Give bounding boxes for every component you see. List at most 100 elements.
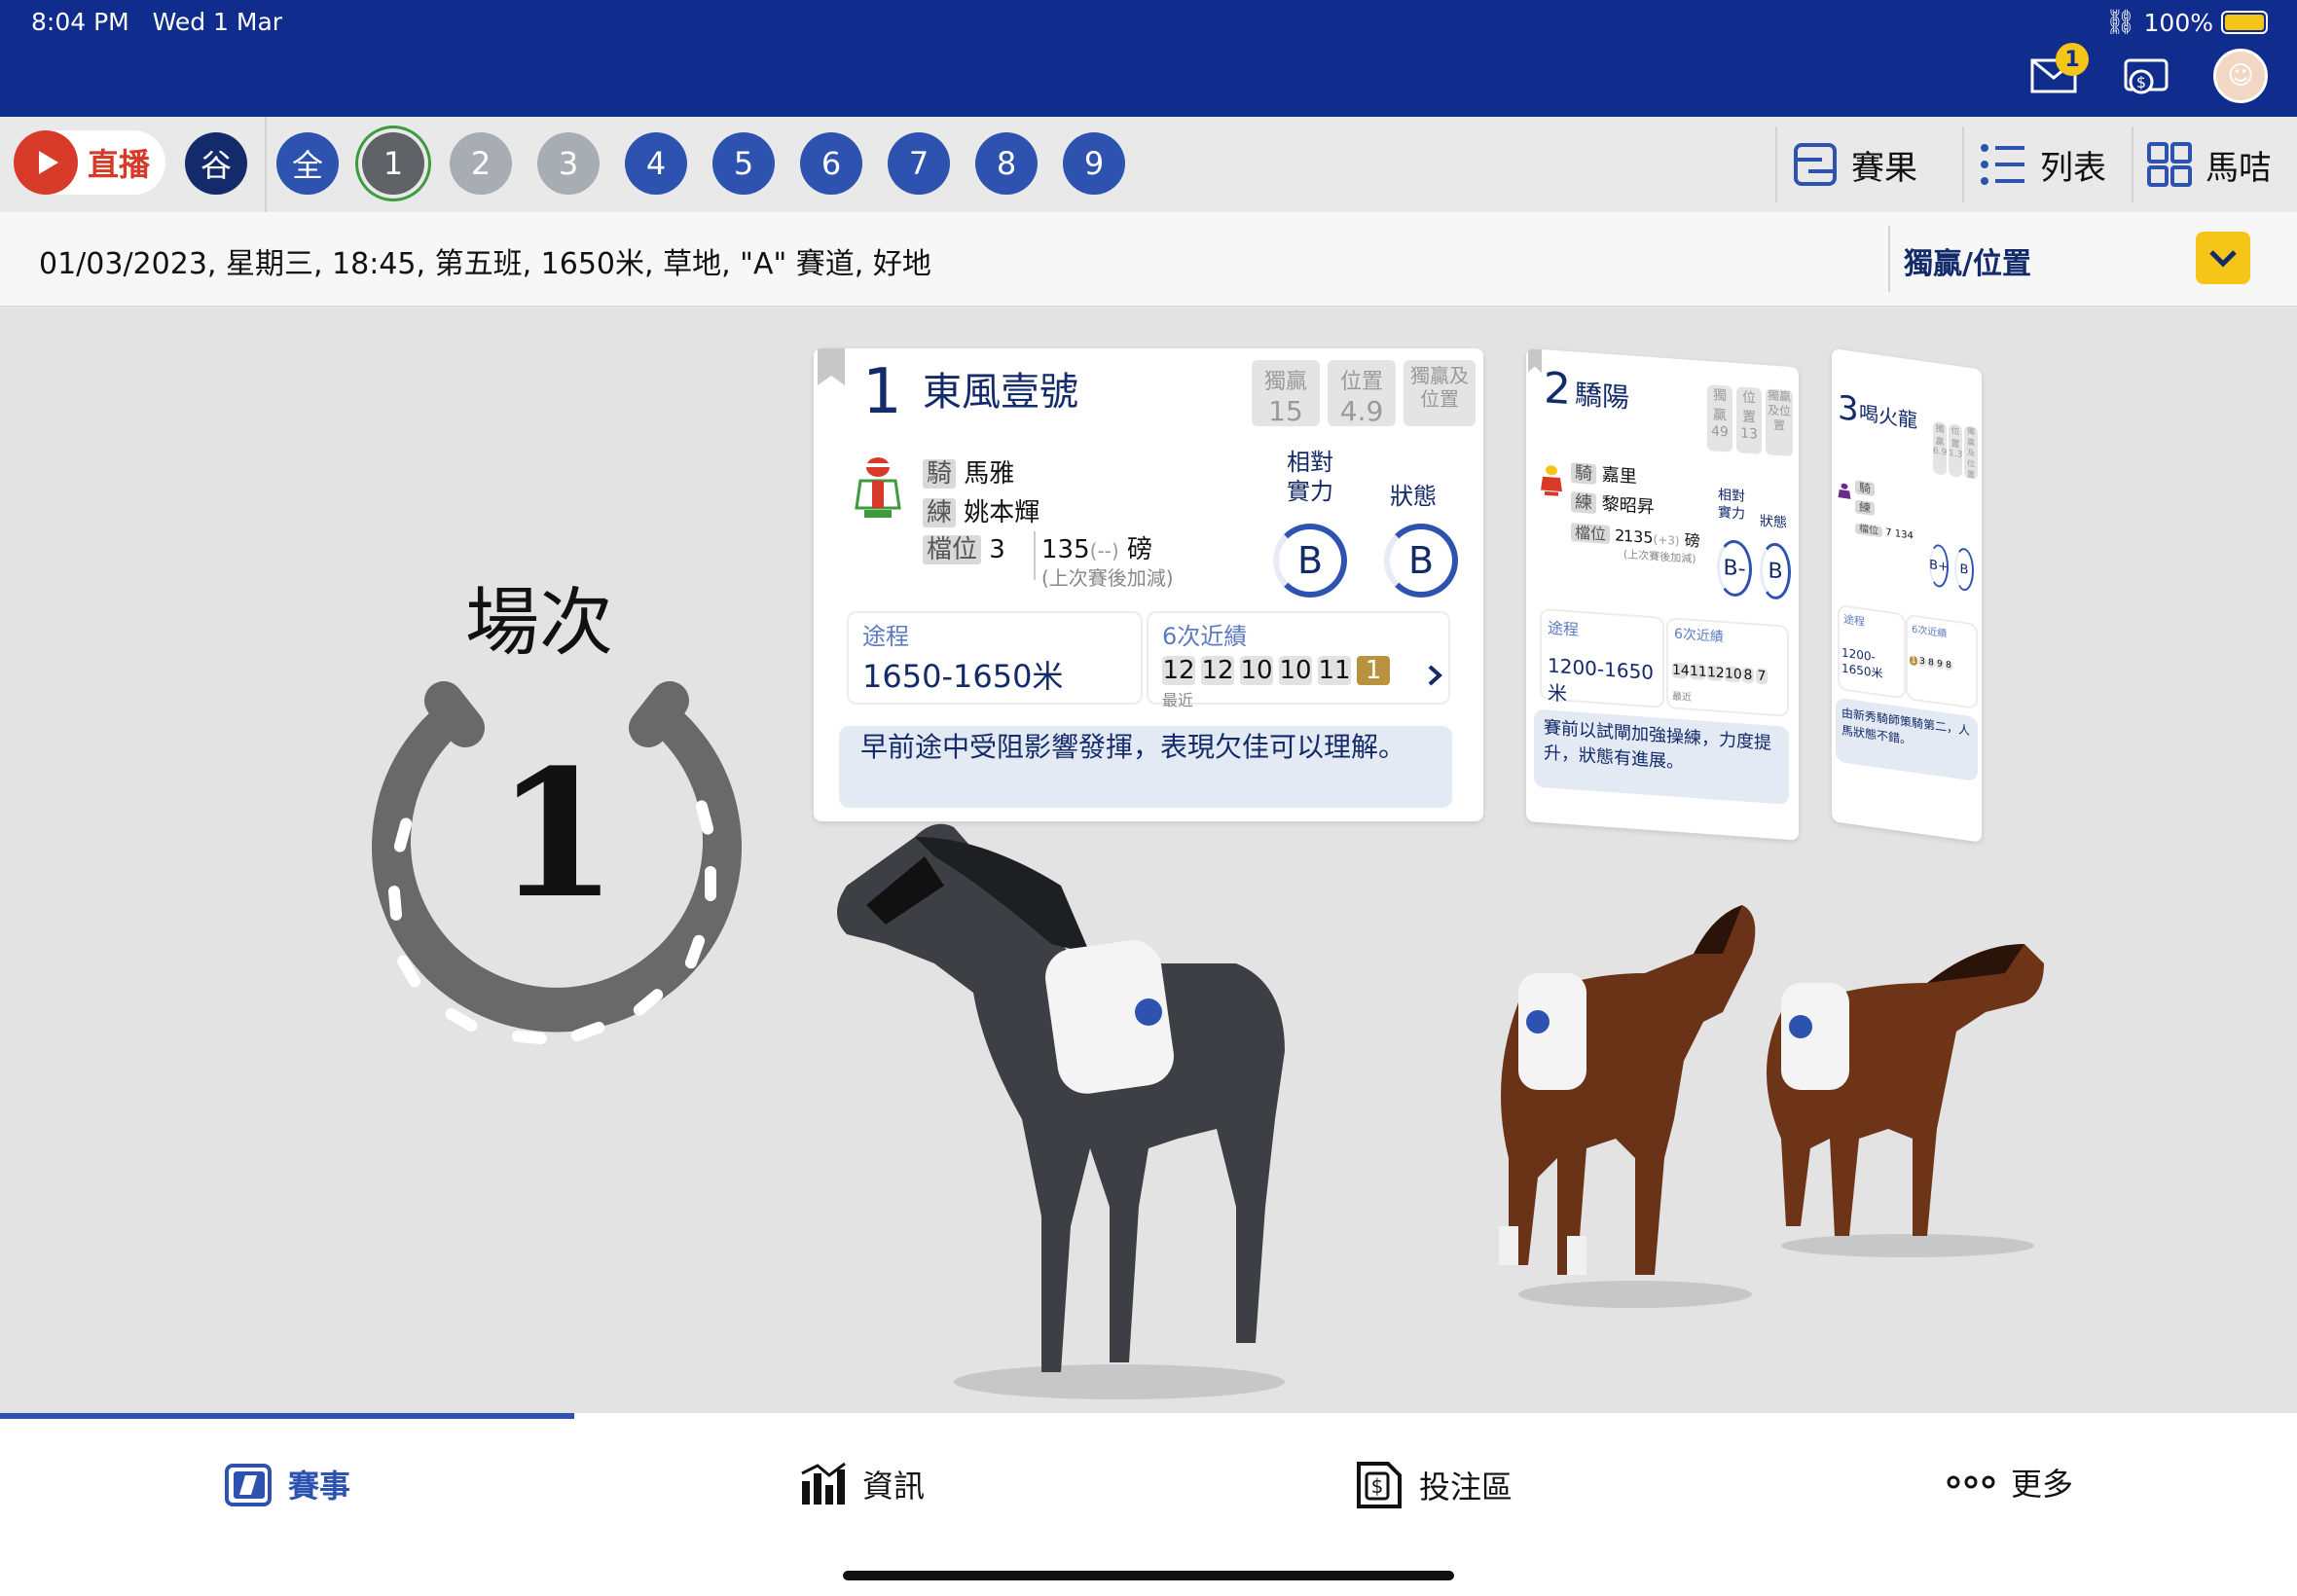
- race-9-button[interactable]: 9: [1063, 132, 1125, 195]
- results-label: 賽果: [1851, 148, 1917, 188]
- jockey-silks-icon: [855, 457, 901, 518]
- horse-3-model[interactable]: [1732, 905, 2054, 1265]
- recent-form-box[interactable]: 6次近績 12 12 10 10 11 1 最近: [1147, 611, 1450, 709]
- wallet-icon: $: [2124, 58, 2169, 94]
- wallet-button[interactable]: $: [2120, 49, 2174, 103]
- link-icon: ⛓: [2104, 8, 2136, 36]
- betting-icon: $: [1357, 1462, 1402, 1508]
- venue-button[interactable]: 谷: [185, 132, 247, 195]
- win-odds[interactable]: 獨贏 49: [1707, 384, 1732, 453]
- race-8-button[interactable]: 8: [975, 132, 1038, 195]
- jockey-row[interactable]: 騎: [1855, 478, 1876, 497]
- recent-form-chips: 12 12 10 10 11 1: [1162, 656, 1396, 685]
- win-odds[interactable]: 獨贏 6.9: [1933, 420, 1947, 476]
- race-7-button[interactable]: 7: [888, 132, 950, 195]
- recent-form-box[interactable]: 6次近績 14111210 8 7 最近: [1666, 617, 1789, 717]
- race-1-button[interactable]: 1: [362, 132, 424, 195]
- play-icon: [14, 130, 78, 195]
- horse-1-model[interactable]: [827, 798, 1304, 1411]
- divider: [2132, 127, 2133, 202]
- rating-label: 相對實力: [1718, 487, 1745, 523]
- stats-icon: [801, 1462, 846, 1505]
- race-6-button[interactable]: 6: [800, 132, 862, 195]
- win-place-odds[interactable]: 獨贏及位置: [1404, 360, 1476, 426]
- horseshoe-icon: 1: [372, 681, 742, 1045]
- divider: [1034, 531, 1036, 580]
- distance-box: 途程 1200-1650米: [1838, 603, 1906, 700]
- place-odds[interactable]: 位置 4.9: [1328, 360, 1396, 427]
- draw-row: 檔位 3: [923, 529, 1005, 565]
- nav-race[interactable]: 賽事: [224, 1460, 350, 1508]
- form-grade: B: [1760, 541, 1791, 601]
- battery-percent: 100%: [2143, 8, 2213, 37]
- divider: [265, 117, 267, 212]
- results-icon: [1794, 143, 1837, 186]
- jockey-row[interactable]: 騎 馬雅: [923, 453, 1014, 490]
- jockey-silks-icon: [1838, 483, 1851, 499]
- rating-grade: B-: [1717, 538, 1752, 598]
- win-place-odds[interactable]: 獨贏及位置: [1964, 425, 1978, 481]
- profile-button[interactable]: ☺: [2213, 49, 2268, 103]
- horse-2-model[interactable]: [1479, 866, 1771, 1314]
- rating-grade: B: [1273, 524, 1347, 598]
- horse-comment: 早前途中受阻影響發揮，表現欠佳可以理解。: [839, 726, 1452, 808]
- status-right: ⛓ 100%: [2105, 8, 2268, 37]
- pool-selector-label[interactable]: 獨贏/位置: [1904, 239, 2031, 282]
- bookmark-icon[interactable]: [818, 348, 845, 385]
- recent-form-chips: 13898: [1910, 655, 1952, 671]
- mail-button[interactable]: 1: [2026, 43, 2089, 103]
- distance-box: 途程 1200-1650米: [1540, 607, 1664, 708]
- chevron-right-icon[interactable]: [1427, 664, 1442, 687]
- divider: [1775, 127, 1777, 202]
- svg-text:$: $: [2136, 73, 2146, 91]
- home-indicator: [843, 1571, 1454, 1580]
- place-odds[interactable]: 位置 13: [1736, 386, 1762, 454]
- jockey-row[interactable]: 騎 嘉里: [1571, 458, 1637, 489]
- horse-info-label: 馬咭: [2206, 148, 2272, 188]
- form-label: 狀態: [1390, 483, 1437, 510]
- recent-form-box[interactable]: 6次近績 13898: [1906, 613, 1978, 710]
- win-odds[interactable]: 獨贏 15: [1252, 360, 1320, 427]
- horse-card[interactable]: 1 東風壹號 獨贏 15 位置 4.9 獨贏及位置 騎 馬雅 練 姚本輝 檔位 3 …: [814, 348, 1483, 821]
- place-odds[interactable]: 位置 1.3: [1949, 422, 1962, 478]
- list-label: 列表: [2040, 148, 2106, 188]
- race-details: 01/03/2023, 星期三, 18:45, 第五班, 1650米, 草地, …: [39, 247, 931, 281]
- race-4-button[interactable]: 4: [625, 132, 687, 195]
- nav-more[interactable]: 更多: [1947, 1460, 2073, 1505]
- divider: [1888, 226, 1890, 292]
- trainer-row[interactable]: 練 黎昭昇: [1571, 488, 1655, 519]
- horse-info-button[interactable]: 馬咭: [2147, 117, 2272, 212]
- recent-form-chips: 14111210 8 7: [1672, 662, 1768, 685]
- horse-name: 驕陽: [1575, 378, 1630, 415]
- mail-badge: 1: [2056, 43, 2089, 76]
- race-5-button[interactable]: 5: [712, 132, 775, 195]
- horse-comment: 賽前以試閘加強操練，力度提升，狀態有進展。: [1534, 708, 1789, 805]
- live-label: 直播: [88, 146, 151, 183]
- horse-number: 3: [1838, 387, 1859, 430]
- form-grade: B: [1384, 524, 1458, 598]
- list-icon: [1981, 144, 2024, 185]
- distance-box: 途程 1650-1650米: [847, 611, 1143, 705]
- bookmark-icon[interactable]: [1528, 348, 1542, 374]
- trainer-row[interactable]: 練: [1855, 497, 1876, 517]
- race-label: 場次: [465, 579, 613, 666]
- draw-row: 檔位 7 134: [1855, 519, 1914, 542]
- race-selector-bar: 直播 谷 全 1 2 3 4 5 6 7 8 9 賽果 列表 馬咭: [0, 117, 2297, 213]
- race-all-button[interactable]: 全: [276, 132, 339, 195]
- race-2-button[interactable]: 2: [450, 132, 512, 195]
- list-button[interactable]: 列表: [1980, 117, 2106, 212]
- nav-info[interactable]: 資訊: [798, 1460, 925, 1508]
- trainer-row[interactable]: 練 姚本輝: [923, 492, 1039, 528]
- race-3-button[interactable]: 3: [537, 132, 600, 195]
- race-info-bar: 01/03/2023, 星期三, 18:45, 第五班, 1650米, 草地, …: [0, 212, 2297, 307]
- horse-name: 東風壹號: [923, 370, 1078, 415]
- status-bar: 8:04 PM Wed 1 Mar ⛓ 100% 1 $ ☺: [0, 0, 2297, 117]
- horse-card[interactable]: 3 喝火龍 獨贏 6.9 位置 1.3 獨贏及位置 騎 練 檔位 7 134 B+ …: [1832, 348, 1982, 843]
- status-time: 8:04 PM Wed 1 Mar: [31, 8, 283, 36]
- pool-dropdown-button[interactable]: [2196, 232, 2250, 284]
- nav-betting[interactable]: $ 投注區: [1355, 1460, 1513, 1510]
- results-button[interactable]: 賽果: [1793, 117, 1917, 212]
- win-place-odds[interactable]: 獨贏及位置: [1766, 388, 1793, 457]
- horse-card[interactable]: 2 驕陽 獨贏 49 位置 13 獨贏及位置 騎 嘉里 練 黎昭昇 檔位 2 135…: [1526, 348, 1799, 841]
- live-button[interactable]: 直播: [14, 130, 165, 195]
